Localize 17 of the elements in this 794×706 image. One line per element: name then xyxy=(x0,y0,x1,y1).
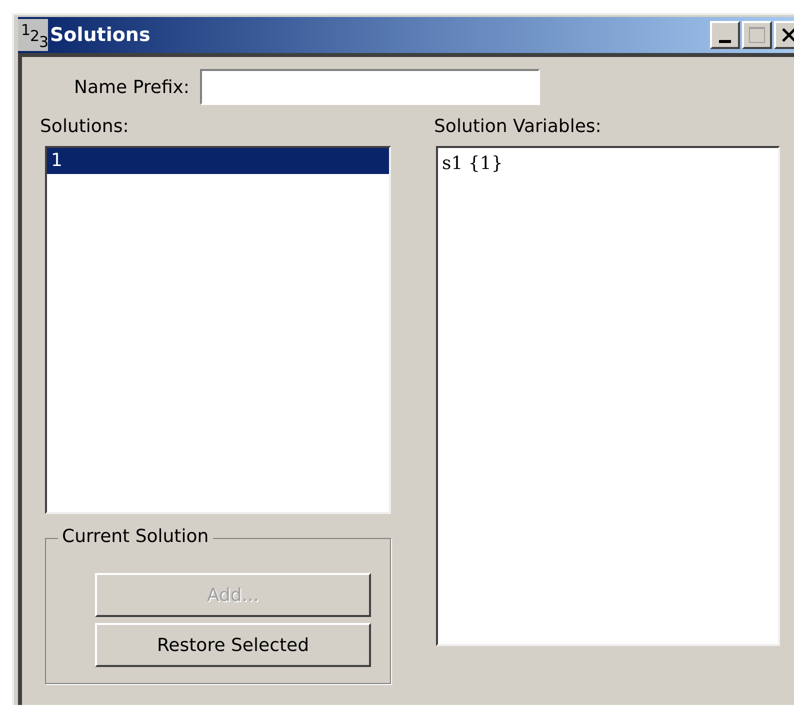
window-title: Solutions xyxy=(50,22,150,48)
icon-digit: 2 xyxy=(30,29,40,44)
minimize-button[interactable] xyxy=(710,21,740,49)
icon-digit: 3 xyxy=(39,35,49,50)
maximize-button[interactable] xyxy=(742,21,772,49)
maximize-icon xyxy=(749,27,765,43)
list-label: Solution Variables: xyxy=(434,115,602,139)
field-label: Name Prefix: xyxy=(74,76,190,100)
solutions-list[interactable]: 1 xyxy=(45,146,391,514)
variable-entry: s1 {1} xyxy=(442,152,504,176)
minimize-icon xyxy=(719,40,731,43)
list-label: Solutions: xyxy=(40,115,130,139)
name-prefix-field[interactable] xyxy=(200,69,540,105)
action-button[interactable]: Restore Selected xyxy=(95,623,371,667)
icon-digit: 1 xyxy=(21,23,31,38)
close-icon xyxy=(782,28,794,42)
list-item[interactable]: 1 xyxy=(47,148,389,174)
